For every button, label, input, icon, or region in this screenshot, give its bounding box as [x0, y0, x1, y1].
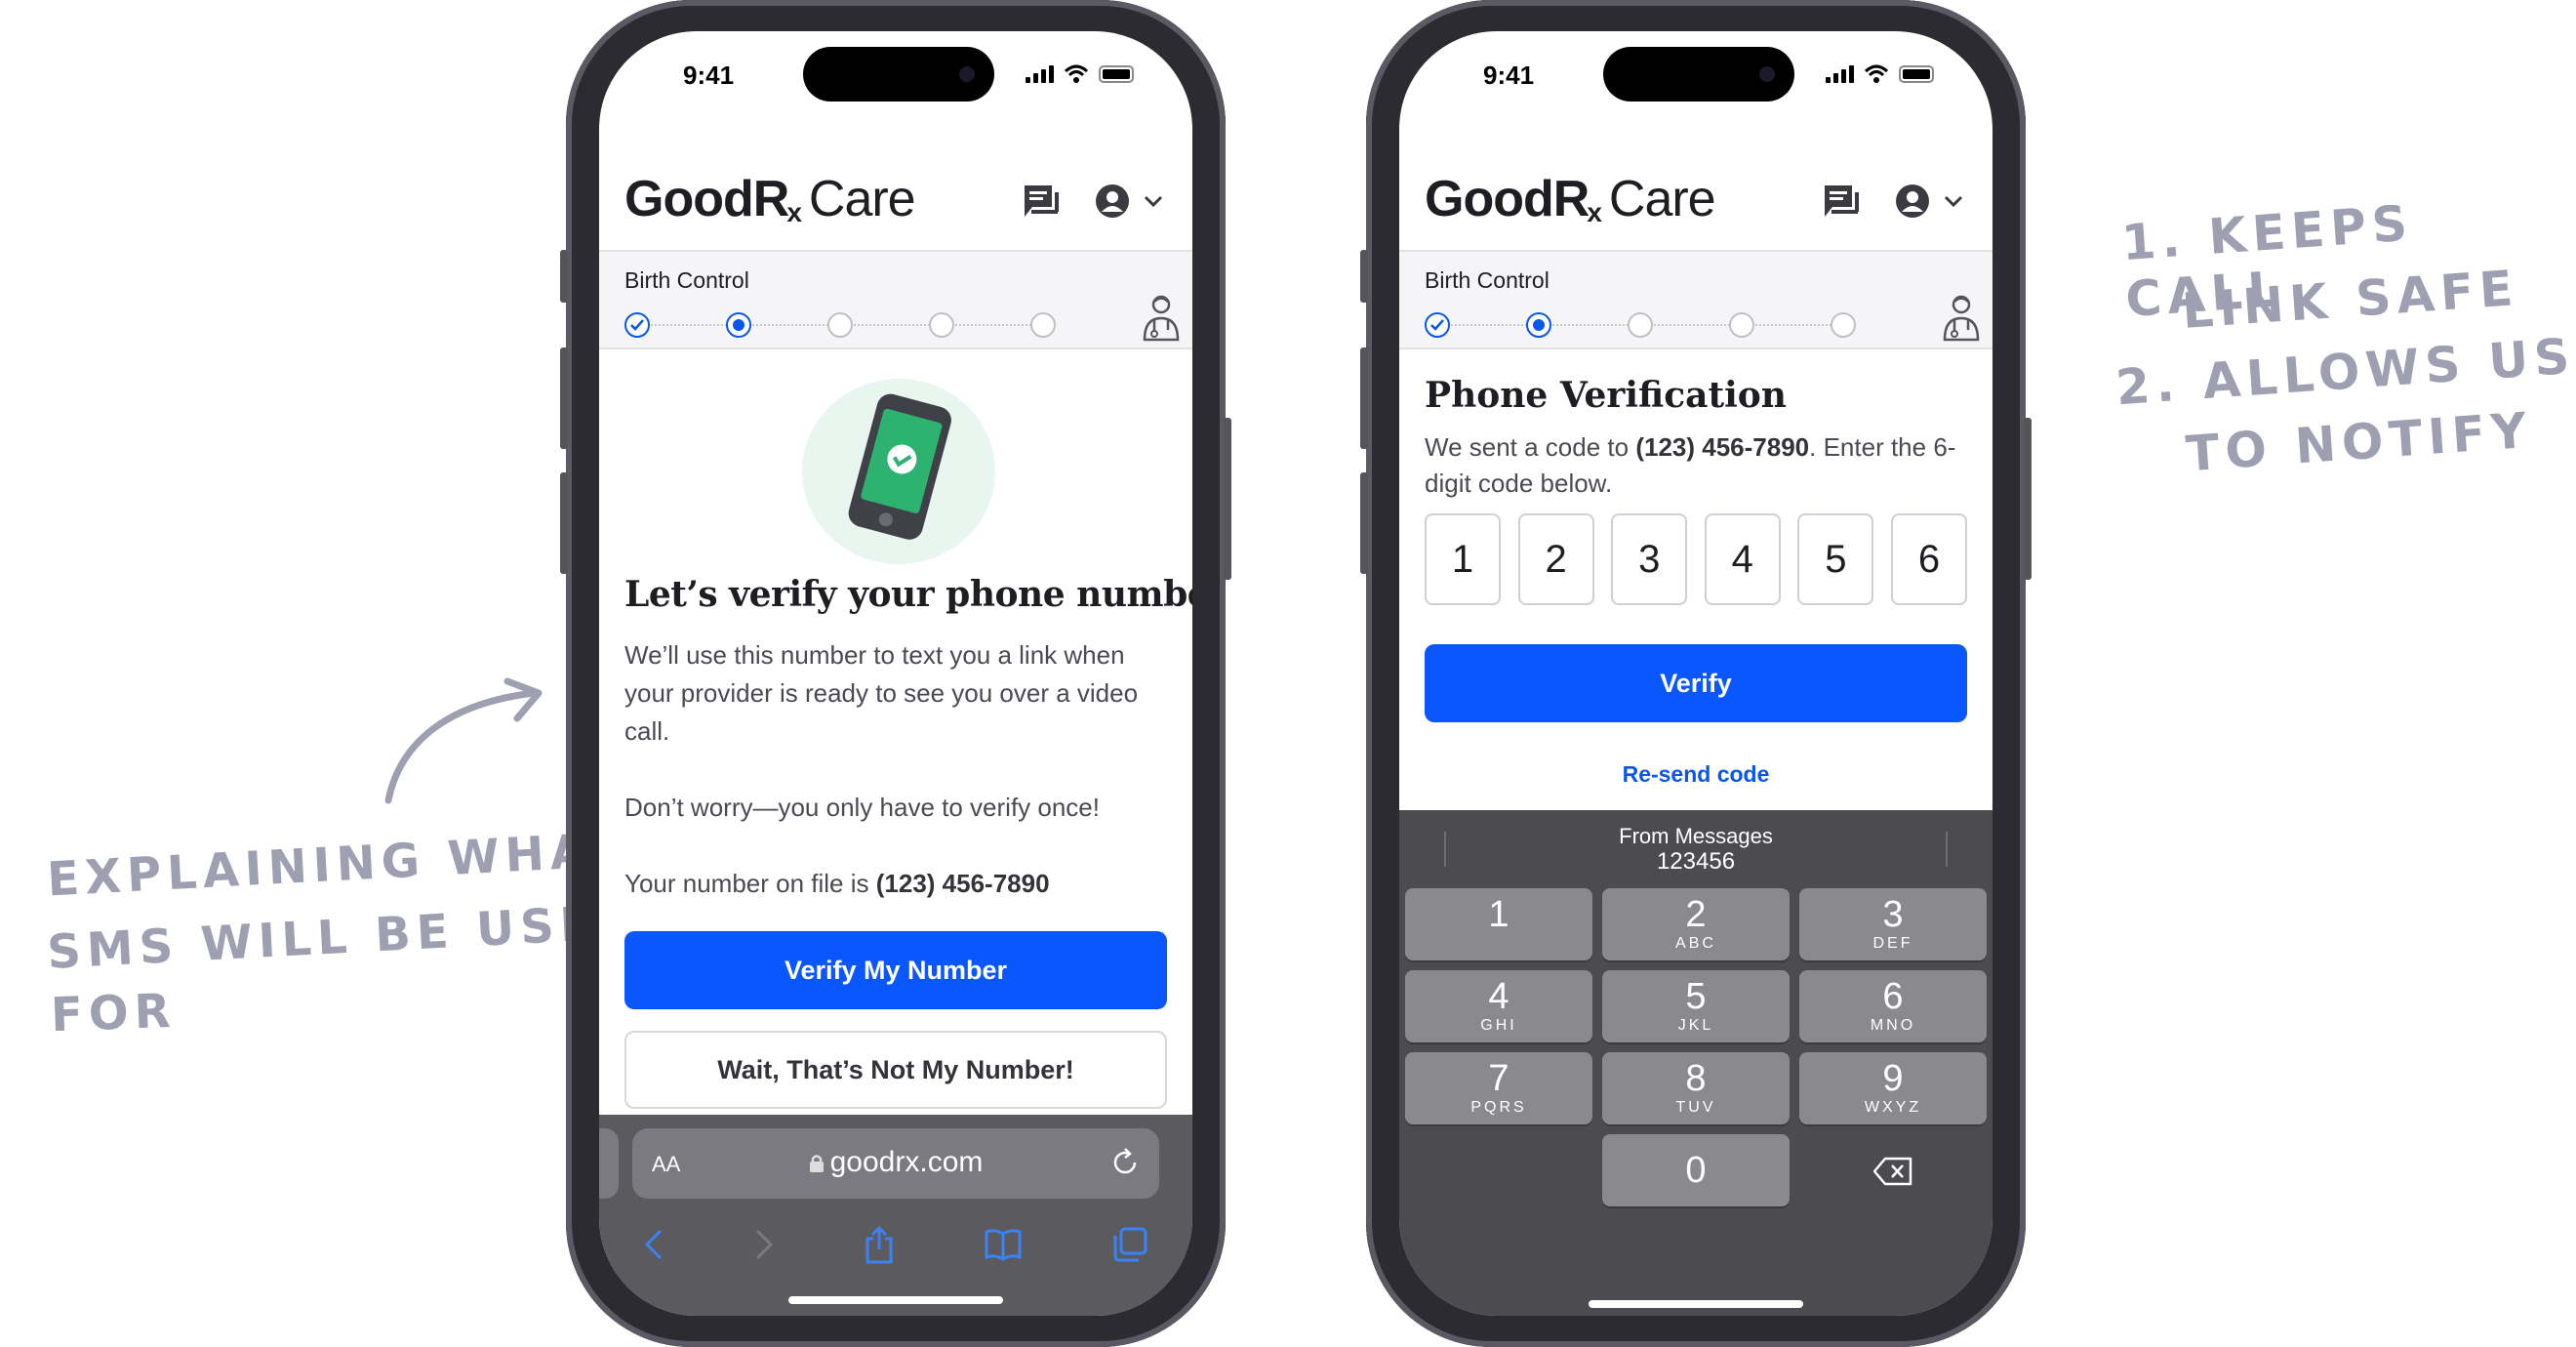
code-digit-5[interactable]: 5	[1797, 513, 1874, 605]
goodrx-care-logo[interactable]: GoodRx Care	[1425, 170, 1716, 228]
account-menu[interactable]	[1095, 184, 1163, 219]
code-digit-6[interactable]: 6	[1890, 513, 1967, 605]
lock-icon	[809, 1155, 824, 1172]
chevron-down-icon	[1944, 195, 1963, 207]
key-8[interactable]: 8 TUV	[1602, 1052, 1790, 1124]
account-menu[interactable]	[1895, 184, 1963, 219]
signal-icon	[1026, 65, 1054, 83]
previous-tab-peek[interactable]	[599, 1128, 619, 1199]
chat-icon[interactable]	[1823, 184, 1860, 219]
dynamic-island	[1603, 47, 1794, 102]
progress-label: Birth Control	[1425, 267, 1550, 293]
verification-description: We sent a code to (123) 456-7890. Enter …	[1425, 432, 1956, 498]
home-indicator	[1589, 1300, 1803, 1308]
code-input-group: 1 2 3 4 5 6	[1425, 513, 1967, 605]
bookmarks-icon[interactable]	[984, 1228, 1023, 1261]
app-header: GoodRx Care	[1399, 129, 1992, 252]
key-9[interactable]: 9 WXYZ	[1799, 1052, 1987, 1124]
chevron-down-icon	[1144, 195, 1163, 207]
app-header: GoodRx Care	[599, 129, 1192, 252]
step-2-current	[726, 312, 751, 338]
annotation-left-line-1: EXPLAINING WHAT	[45, 822, 628, 908]
dynamic-island	[803, 47, 994, 102]
left-screen: 9:41 GoodRx Care Birth Control Let’s ver…	[599, 31, 1192, 1316]
doctor-icon	[1143, 295, 1180, 342]
key-4[interactable]: 4 GHI	[1405, 970, 1592, 1042]
status-icons	[1026, 64, 1134, 84]
home-indicator	[788, 1296, 1003, 1304]
url-text: goodrx.com	[829, 1146, 984, 1178]
account-icon	[1896, 184, 1929, 218]
verify-button[interactable]: Verify	[1425, 644, 1967, 722]
reload-icon[interactable]	[1108, 1146, 1142, 1179]
key-6[interactable]: 6 MNO	[1799, 970, 1987, 1042]
right-phone: 9:41 GoodRx Care Birth Control Phone Ver…	[1360, 0, 2032, 1347]
step-1-complete	[624, 312, 650, 338]
suggestion-source: From Messages	[1619, 824, 1773, 848]
resend-code-link[interactable]: Re-send code	[1399, 761, 1992, 788]
progress-tracker: Birth Control	[599, 252, 1192, 349]
status-icons	[1826, 64, 1934, 84]
back-icon[interactable]	[643, 1228, 664, 1261]
code-digit-2[interactable]: 2	[1517, 513, 1594, 605]
address-bar[interactable]: AA goodrx.com	[632, 1128, 1159, 1199]
annotation-left-line-2: SMS WILL BE USED	[45, 894, 644, 980]
step-4	[1729, 312, 1754, 338]
annotation-arrow	[384, 677, 543, 804]
check-icon	[1430, 319, 1444, 331]
verify-once-note: Don’t worry—you only have to verify once…	[624, 793, 1100, 822]
sms-explanation: We’ll use this number to text you a link…	[624, 640, 1139, 746]
key-2[interactable]: 2 ABC	[1602, 888, 1790, 960]
step-3	[1628, 312, 1653, 338]
signal-icon	[1826, 65, 1854, 83]
step-1-complete	[1425, 312, 1450, 338]
battery-icon	[1899, 65, 1934, 83]
right-screen: 9:41 GoodRx Care Birth Control Phone Ver…	[1399, 31, 1992, 1316]
step-5	[1030, 312, 1056, 338]
wifi-icon	[1864, 64, 1889, 83]
goodrx-care-logo[interactable]: GoodRx Care	[624, 170, 916, 228]
forward-icon[interactable]	[753, 1228, 775, 1261]
delete-key-icon[interactable]	[1872, 1156, 1914, 1187]
battery-icon	[1099, 65, 1134, 83]
status-time: 9:41	[1483, 61, 1535, 90]
safari-toolbar: AA goodrx.com	[599, 1115, 1192, 1316]
progress-label: Birth Control	[624, 267, 749, 293]
annotation-left-line-3: FOR	[50, 983, 178, 1043]
account-icon	[1096, 184, 1129, 218]
code-digit-1[interactable]: 1	[1425, 513, 1501, 605]
page-title: Let’s verify your phone number	[624, 574, 1192, 615]
key-7[interactable]: 7 PQRS	[1405, 1052, 1592, 1124]
number-on-file: Your number on file is (123) 456-7890	[624, 869, 1050, 898]
suggestion-code: 123456	[1656, 848, 1736, 875]
autofill-suggestion[interactable]: From Messages 123456	[1399, 810, 1992, 888]
phone-number: (123) 456-7890	[1635, 432, 1810, 462]
tabs-icon[interactable]	[1111, 1226, 1148, 1263]
code-digit-3[interactable]: 3	[1611, 513, 1688, 605]
key-1[interactable]: 1	[1405, 888, 1592, 960]
verify-my-number-button[interactable]: Verify My Number	[624, 931, 1167, 1009]
phone-check-illustration	[802, 379, 995, 564]
key-0[interactable]: 0	[1602, 1134, 1790, 1206]
wifi-icon	[1064, 64, 1089, 83]
doctor-icon	[1943, 295, 1980, 342]
share-icon[interactable]	[864, 1225, 895, 1264]
step-4	[929, 312, 954, 338]
progress-tracker: Birth Control	[1399, 252, 1992, 349]
annotation-right-line-4: TO NOTIFY	[2184, 401, 2535, 483]
key-3[interactable]: 3 DEF	[1799, 888, 1987, 960]
chat-icon[interactable]	[1023, 184, 1060, 219]
code-digit-4[interactable]: 4	[1704, 513, 1781, 605]
step-5	[1831, 312, 1856, 338]
key-5[interactable]: 5 JKL	[1602, 970, 1790, 1042]
status-time: 9:41	[683, 61, 735, 90]
phone-number: (123) 456-7890	[875, 869, 1050, 898]
check-icon	[630, 319, 644, 331]
numeric-keyboard: From Messages 123456 1 2 ABC 3 DEF 4 GHI 5 JK…	[1399, 810, 1992, 1316]
not-my-number-button[interactable]: Wait, That’s Not My Number!	[624, 1031, 1167, 1109]
step-2-current	[1526, 312, 1551, 338]
left-phone: 9:41 GoodRx Care Birth Control Let’s ver…	[560, 0, 1231, 1347]
page-title: Phone Verification	[1425, 375, 1787, 416]
step-3	[827, 312, 853, 338]
